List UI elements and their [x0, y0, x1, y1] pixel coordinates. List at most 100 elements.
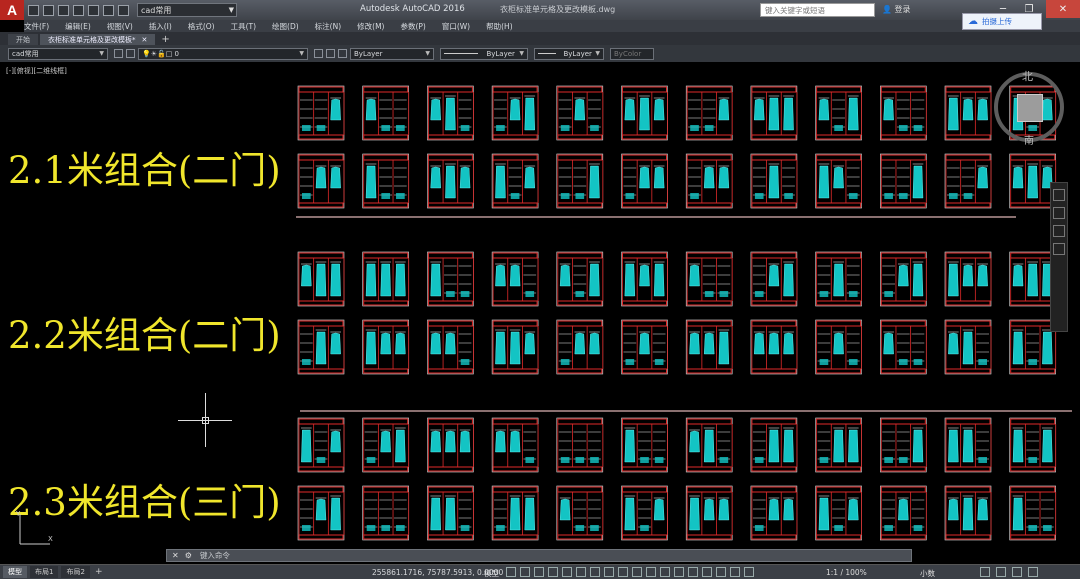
new-tab-button[interactable]: +	[161, 34, 169, 45]
wardrobe-unit	[750, 85, 798, 141]
3d-osnap-icon[interactable]	[674, 567, 684, 577]
match-layer-icon[interactable]	[338, 49, 347, 58]
hardware-acceleration-icon[interactable]	[996, 567, 1006, 577]
menu-format[interactable]: 格式(O)	[188, 21, 215, 32]
command-input[interactable]: 键入命令	[200, 550, 230, 561]
gizmo-icon[interactable]	[716, 567, 726, 577]
selection-cycling-icon[interactable]	[660, 567, 670, 577]
wardrobe-unit	[685, 417, 733, 473]
wrench-icon[interactable]: ⚙	[185, 551, 192, 560]
search-input[interactable]: 键入关键字或短语	[760, 3, 875, 17]
open-icon[interactable]	[43, 4, 54, 16]
menu-modify[interactable]: 修改(M)	[357, 21, 384, 32]
menu-help[interactable]: 帮助(H)	[486, 21, 513, 32]
auto-scale-icon[interactable]	[744, 567, 754, 577]
wardrobe-unit	[556, 153, 604, 209]
application-menu-button[interactable]: A	[0, 0, 24, 20]
layer-properties-icon[interactable]	[126, 49, 135, 58]
undo-icon[interactable]	[103, 4, 114, 16]
print-icon[interactable]	[88, 4, 99, 16]
layer-combo-value: 💡☀🔓□ 0	[142, 49, 180, 58]
selection-filter-icon[interactable]	[702, 567, 712, 577]
wardrobe-unit	[362, 85, 410, 141]
tab-start[interactable]: 开始	[8, 34, 38, 45]
customization-icon[interactable]	[1028, 567, 1038, 577]
transparency-icon[interactable]	[646, 567, 656, 577]
tab-layout2[interactable]: 布局2	[61, 566, 90, 578]
plotstyle-combo[interactable]: ByColor	[610, 47, 654, 60]
make-current-icon[interactable]	[326, 49, 335, 58]
redo-icon[interactable]	[118, 4, 129, 16]
grid-icon[interactable]	[506, 567, 516, 577]
close-icon[interactable]: ✕	[172, 551, 179, 560]
clean-screen-icon[interactable]	[1012, 567, 1022, 577]
osnap-tracking-icon[interactable]	[604, 567, 614, 577]
workspace-select[interactable]: cad常用 ▼	[137, 3, 237, 17]
lineweight-icon[interactable]	[632, 567, 642, 577]
viewcube-north[interactable]: 北	[1022, 68, 1033, 84]
menu-dimension[interactable]: 标注(N)	[315, 21, 341, 32]
color-combo[interactable]: ByLayer ▼	[350, 47, 434, 60]
wardrobe-unit	[427, 85, 474, 141]
annotation-visibility-icon[interactable]	[730, 567, 740, 577]
menu-tools[interactable]: 工具(T)	[231, 21, 256, 32]
infer-icon[interactable]	[534, 567, 544, 577]
wardrobe-unit	[556, 417, 604, 473]
workspace-combo[interactable]: cad常用 ▼	[8, 47, 108, 60]
ortho-icon[interactable]	[562, 567, 572, 577]
wardrobe-unit	[556, 319, 604, 375]
linetype-combo[interactable]: ByLayer ▼	[440, 47, 528, 60]
dynamic-input-icon[interactable]	[548, 567, 558, 577]
isodraft-icon[interactable]	[590, 567, 600, 577]
menu-draw[interactable]: 绘图(D)	[272, 21, 299, 32]
wardrobe-unit	[427, 319, 474, 375]
layer-state-icon[interactable]	[314, 49, 323, 58]
save-icon[interactable]	[58, 4, 69, 16]
drawing-canvas[interactable]: [-][俯视][二维线框] 2.1米组合(二门) 2.2米组合(二门) 2.3米…	[0, 62, 1080, 549]
polar-icon[interactable]	[576, 567, 586, 577]
steering-wheel-icon[interactable]	[1053, 189, 1065, 201]
dynamic-ucs-icon[interactable]	[688, 567, 698, 577]
layer-combo[interactable]: 💡☀🔓□ 0 ▼	[138, 47, 308, 60]
osnap-icon[interactable]	[618, 567, 628, 577]
annotation-scale[interactable]: 1:1 / 100%	[826, 568, 867, 577]
wardrobe-unit	[944, 153, 992, 209]
model-space-button[interactable]: 模型	[484, 568, 499, 579]
viewcube-south[interactable]: 南	[1024, 132, 1034, 147]
menu-bar: 文件(F) 编辑(E) 视图(V) 插入(I) 格式(O) 工具(T) 绘图(D…	[24, 20, 1080, 32]
tab-layout1[interactable]: 布局1	[30, 566, 59, 578]
orbit-icon[interactable]	[1053, 243, 1065, 255]
close-icon[interactable]: ✕	[142, 36, 148, 44]
new-icon[interactable]	[28, 4, 39, 16]
add-layout-button[interactable]: +	[95, 567, 103, 577]
autocad-window: A cad常用 ▼ Autodesk AutoCAD 2016 衣柜标准单元格及…	[0, 0, 1080, 579]
menu-insert[interactable]: 插入(I)	[149, 21, 172, 32]
command-line[interactable]: ✕ ⚙ 键入命令	[166, 549, 912, 562]
tab-model[interactable]: 模型	[3, 566, 27, 578]
navigation-bar[interactable]	[1050, 182, 1068, 332]
menu-view[interactable]: 视图(V)	[107, 21, 133, 32]
isolate-objects-icon[interactable]	[980, 567, 990, 577]
viewcube-face[interactable]	[1017, 94, 1043, 122]
wardrobe-unit	[621, 319, 668, 375]
lineweight-combo[interactable]: ByLayer ▼	[534, 47, 604, 60]
signin-button[interactable]: 👤 登录	[882, 4, 911, 15]
wardrobe-unit	[685, 85, 733, 141]
baidu-upload-label: 拍摄上传	[982, 17, 1012, 26]
saveas-icon[interactable]	[73, 4, 84, 16]
wardrobe-unit	[1009, 485, 1057, 541]
zoom-icon[interactable]	[1053, 225, 1065, 237]
wardrobe-unit	[297, 251, 345, 307]
menu-parametric[interactable]: 参数(P)	[400, 21, 425, 32]
snap-icon[interactable]	[520, 567, 530, 577]
units-status[interactable]: 小数	[920, 568, 935, 579]
menu-edit[interactable]: 编辑(E)	[65, 21, 91, 32]
menu-file[interactable]: 文件(F)	[24, 21, 49, 32]
color-combo-value: ByLayer	[354, 49, 383, 58]
pan-icon[interactable]	[1053, 207, 1065, 219]
gear-icon[interactable]	[114, 49, 123, 58]
close-button[interactable]: ✕	[1046, 0, 1080, 18]
baidu-upload-button[interactable]: ☁ 拍摄上传	[962, 13, 1042, 30]
tab-drawing[interactable]: 衣柜标准单元格及更改模板* ✕	[40, 34, 156, 45]
menu-window[interactable]: 窗口(W)	[442, 21, 470, 32]
